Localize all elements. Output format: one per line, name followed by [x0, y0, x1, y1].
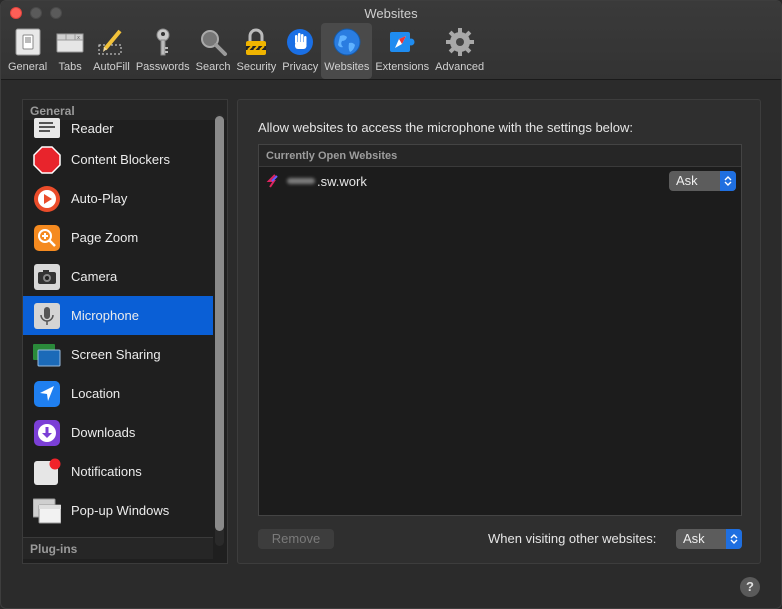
- tabs-icon: x: [53, 25, 87, 59]
- site-domain: .sw.work: [317, 173, 367, 189]
- sidebar-item-label: Auto-Play: [71, 191, 128, 206]
- sidebar-item-camera[interactable]: Camera: [23, 257, 213, 296]
- autofill-pencil-icon: [94, 25, 128, 59]
- preferences-window: Websites General x Tabs AutoFill Passwor…: [0, 0, 782, 609]
- sidebar-item-content-blockers[interactable]: Content Blockers: [23, 140, 213, 179]
- tab-autofill[interactable]: AutoFill: [90, 23, 133, 79]
- window-title: Websites: [364, 6, 418, 21]
- camera-icon: [33, 263, 61, 291]
- location-arrow-icon: [33, 380, 61, 408]
- sidebar-item-downloads[interactable]: Downloads: [23, 413, 213, 452]
- sidebar-section-plugins: Plug-ins: [23, 537, 213, 559]
- key-icon: [146, 25, 180, 59]
- tab-label: Security: [236, 61, 277, 73]
- select-value: Ask: [683, 531, 705, 546]
- puzzle-icon: [385, 25, 419, 59]
- redacted-subdomain: [287, 178, 315, 184]
- sidebar-item-popup-windows[interactable]: Pop-up Windows: [23, 491, 213, 530]
- sidebar-item-auto-play[interactable]: Auto-Play: [23, 179, 213, 218]
- reader-icon: [33, 118, 61, 138]
- sidebar-item-label: Location: [71, 386, 121, 401]
- tab-label: Advanced: [435, 61, 485, 73]
- tab-label: Privacy: [282, 61, 319, 73]
- tab-label: AutoFill: [93, 61, 130, 73]
- tab-label: Websites: [324, 61, 370, 73]
- websites-table: Currently Open Websites .sw.work Ask: [258, 144, 742, 516]
- stop-sign-icon: [33, 145, 61, 174]
- titlebar: Websites General x Tabs AutoFill Passwor…: [1, 1, 781, 80]
- tab-privacy[interactable]: Privacy: [279, 23, 321, 79]
- play-icon: [33, 185, 61, 213]
- select-value: Ask: [676, 173, 698, 188]
- magnifier-icon: [196, 25, 230, 59]
- zoom-icon: [33, 224, 61, 252]
- sidebar-item-label: Camera: [71, 269, 118, 284]
- gear-icon: [443, 25, 477, 59]
- tab-extensions[interactable]: Extensions: [372, 23, 432, 79]
- sidebar-item-label: Screen Sharing: [71, 347, 161, 362]
- settings-panel: Allow websites to access the microphone …: [237, 99, 761, 564]
- tab-tabs[interactable]: x Tabs: [50, 23, 90, 79]
- popup-windows-icon: [33, 497, 61, 525]
- padlock-icon: [239, 25, 273, 59]
- sidebar-item-label: Content Blockers: [71, 152, 170, 167]
- other-websites-select[interactable]: Ask: [676, 529, 742, 549]
- table-header: Currently Open Websites: [259, 145, 741, 167]
- updown-chevron-icon: [726, 529, 742, 549]
- sidebar-scrollbar[interactable]: [215, 114, 224, 546]
- table-row[interactable]: .sw.work Ask: [259, 167, 741, 195]
- sidebar-item-label: Pop-up Windows: [71, 503, 170, 518]
- notifications-icon: [33, 458, 61, 486]
- downloads-icon: [33, 419, 61, 447]
- sidebar-item-label: Microphone: [71, 308, 139, 323]
- tab-label: Tabs: [58, 61, 82, 73]
- microphone-icon: [33, 302, 61, 330]
- sidebar-item-microphone[interactable]: Microphone: [23, 296, 213, 335]
- remove-button[interactable]: Remove: [258, 529, 334, 549]
- other-websites-label: When visiting other websites:: [488, 531, 657, 546]
- panel-description: Allow websites to access the microphone …: [258, 120, 634, 135]
- hand-icon: [283, 25, 317, 59]
- screen-sharing-icon: [33, 341, 61, 369]
- tab-label: General: [8, 61, 48, 73]
- site-favicon-icon: [265, 173, 281, 189]
- tab-advanced[interactable]: Advanced: [432, 23, 487, 79]
- sidebar-item-screen-sharing[interactable]: Screen Sharing: [23, 335, 213, 374]
- general-switch-icon: [11, 25, 45, 59]
- sidebar-item-label: Page Zoom: [71, 230, 139, 245]
- svg-text:x: x: [77, 35, 80, 41]
- sidebar-item-label: Reader: [71, 120, 114, 136]
- tab-general[interactable]: General: [5, 23, 50, 79]
- updown-chevron-icon: [720, 171, 736, 191]
- sidebar-item-reader[interactable]: Reader: [23, 116, 213, 140]
- scrollbar-thumb[interactable]: [215, 116, 224, 531]
- tab-websites[interactable]: Websites: [321, 23, 373, 79]
- sidebar-item-page-zoom[interactable]: Page Zoom: [23, 218, 213, 257]
- sidebar-item-label: Notifications: [71, 464, 142, 479]
- sidebar-item-label: Downloads: [71, 425, 136, 440]
- tab-security[interactable]: Security: [233, 23, 279, 79]
- globe-icon: [330, 25, 364, 59]
- tab-search[interactable]: Search: [193, 23, 234, 79]
- tab-passwords[interactable]: Passwords: [133, 23, 193, 79]
- site-permission-select[interactable]: Ask: [669, 171, 736, 191]
- preferences-toolbar: General x Tabs AutoFill Passwords Search…: [5, 23, 487, 79]
- sidebar-item-notifications[interactable]: Notifications: [23, 452, 213, 491]
- tab-label: Extensions: [375, 61, 430, 73]
- sidebar: General Reader Content Blockers Auto-Pla…: [22, 99, 228, 564]
- sidebar-item-location[interactable]: Location: [23, 374, 213, 413]
- tab-label: Passwords: [135, 61, 190, 73]
- sidebar-list: Reader Content Blockers Auto-Play Page Z…: [23, 116, 213, 530]
- help-button[interactable]: ?: [740, 577, 760, 597]
- tab-label: Search: [195, 61, 231, 73]
